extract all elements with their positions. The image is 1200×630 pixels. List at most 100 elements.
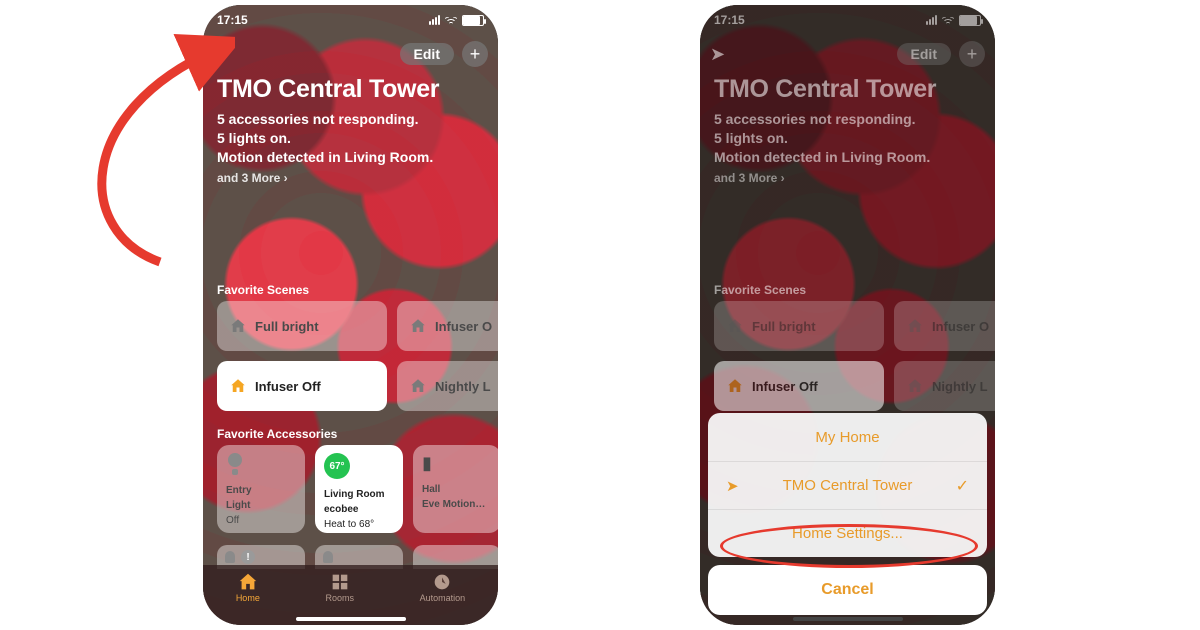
home-header: TMO Central Tower 5 accessories not resp… — [217, 75, 484, 185]
alert-icon: ! — [241, 550, 255, 564]
scene-label: Infuser Off — [752, 379, 818, 394]
status-line: Motion detected in Living Room. — [714, 148, 981, 167]
house-icon — [726, 377, 744, 395]
action-sheet: My Home ➤ TMO Central Tower ✓ Home Setti… — [708, 413, 987, 615]
sheet-item-home-settings[interactable]: Home Settings... — [708, 509, 987, 557]
home-title: TMO Central Tower — [714, 75, 981, 104]
tile-line: Living Room — [324, 489, 394, 500]
status-line: Motion detected in Living Room. — [217, 148, 484, 167]
status-line: 5 lights on. — [714, 129, 981, 148]
location-icon: ➤ — [726, 477, 739, 495]
status-line: 5 accessories not responding. — [217, 110, 484, 129]
bulb-icon — [225, 551, 235, 563]
scene-label: Nightly L — [932, 379, 988, 394]
screenshot-right: 17:15 ➤ Edit + TMO Central Tower 5 acces… — [700, 5, 995, 625]
scene-label: Infuser Off — [255, 379, 321, 394]
tab-home[interactable]: Home — [236, 571, 260, 603]
accessory-tile[interactable]: ▮ Hall Eve Motion… — [413, 445, 498, 533]
screenshot-left: 17:15 ➤ Edit + TMO Central Tower 5 acces… — [203, 5, 498, 625]
scene-tile[interactable]: Nightly L — [894, 361, 995, 411]
sheet-cancel-button[interactable]: Cancel — [708, 565, 987, 615]
status-more[interactable]: and 3 More › — [714, 171, 981, 185]
tile-line: Entry — [226, 485, 296, 496]
scene-label: Nightly L — [435, 379, 491, 394]
home-icon — [237, 571, 259, 591]
scene-tile[interactable]: Infuser O — [894, 301, 995, 351]
wifi-icon — [444, 15, 458, 25]
location-icon[interactable]: ➤ — [213, 44, 228, 65]
scene-tile[interactable]: Nightly L — [397, 361, 498, 411]
house-icon — [906, 377, 924, 395]
rooms-icon — [329, 571, 351, 591]
sensor-icon: ▮ — [422, 453, 492, 474]
sheet-item-label: Home Settings... — [792, 525, 903, 542]
add-button[interactable]: + — [462, 41, 488, 67]
sheet-item-current-home[interactable]: ➤ TMO Central Tower ✓ — [708, 461, 987, 509]
add-button[interactable]: + — [959, 41, 985, 67]
bulb-icon — [323, 551, 333, 563]
house-icon — [229, 377, 247, 395]
status-line: 5 lights on. — [217, 129, 484, 148]
tile-line: Eve Motion… — [422, 499, 492, 510]
scene-tile[interactable]: Full bright — [714, 301, 884, 351]
tile-line: Off — [226, 515, 296, 526]
sheet-cancel-label: Cancel — [821, 581, 873, 599]
house-icon — [409, 377, 427, 395]
tile-line: ecobee — [324, 504, 394, 515]
home-header: TMO Central Tower 5 accessories not resp… — [714, 75, 981, 185]
scene-tile[interactable]: Infuser O — [397, 301, 498, 351]
battery-icon — [462, 15, 484, 26]
sheet-item-label: TMO Central Tower — [783, 477, 913, 494]
tab-rooms[interactable]: Rooms — [325, 571, 354, 603]
house-icon — [409, 317, 427, 335]
status-time: 17:15 — [714, 13, 745, 27]
nav-bar: ➤ Edit + — [700, 39, 995, 69]
tab-label: Rooms — [325, 593, 354, 603]
scene-label: Full bright — [255, 319, 319, 334]
section-scenes-label: Favorite Scenes — [217, 283, 309, 297]
sheet-item-label: My Home — [815, 429, 879, 446]
status-more[interactable]: and 3 More › — [217, 171, 484, 185]
tile-line: Light — [226, 500, 296, 511]
automation-icon — [431, 571, 453, 591]
scene-label: Infuser O — [932, 319, 989, 334]
scene-label: Infuser O — [435, 319, 492, 334]
accessory-tile[interactable]: Entry Light Off — [217, 445, 305, 533]
battery-icon — [959, 15, 981, 26]
scene-tile[interactable]: Full bright — [217, 301, 387, 351]
status-bar: 17:15 — [700, 5, 995, 31]
tab-automation[interactable]: Automation — [420, 571, 466, 603]
section-accessories-label: Favorite Accessories — [217, 427, 337, 441]
tile-line: Heat to 68° — [324, 519, 394, 530]
scenes-grid: Full bright Infuser O Infuser Off Nightl… — [714, 301, 995, 411]
thermostat-icon: 67° — [324, 453, 394, 479]
edit-button[interactable]: Edit — [400, 43, 454, 65]
house-icon — [229, 317, 247, 335]
action-sheet-group: My Home ➤ TMO Central Tower ✓ Home Setti… — [708, 413, 987, 557]
status-line: 5 accessories not responding. — [714, 110, 981, 129]
home-title: TMO Central Tower — [217, 75, 484, 104]
scene-tile[interactable]: Infuser Off — [714, 361, 884, 411]
accessories-grid: Entry Light Off 67° Living Room ecobee H… — [217, 445, 498, 533]
cellular-signal-icon — [429, 15, 440, 25]
location-icon[interactable]: ➤ — [710, 44, 725, 65]
cellular-signal-icon — [926, 15, 937, 25]
tile-line: Hall — [422, 484, 492, 495]
scene-tile[interactable]: Infuser Off — [217, 361, 387, 411]
nav-bar: ➤ Edit + — [203, 39, 498, 69]
edit-button[interactable]: Edit — [897, 43, 951, 65]
accessory-tile[interactable]: 67° Living Room ecobee Heat to 68° — [315, 445, 403, 533]
section-scenes-label: Favorite Scenes — [714, 283, 806, 297]
home-indicator — [793, 617, 903, 621]
scene-label: Full bright — [752, 319, 816, 334]
home-indicator — [296, 617, 406, 621]
scenes-grid: Full bright Infuser O Infuser Off Nightl… — [217, 301, 498, 411]
house-icon — [906, 317, 924, 335]
status-time: 17:15 — [217, 13, 248, 27]
bulb-icon — [226, 453, 296, 475]
tab-label: Automation — [420, 593, 466, 603]
sheet-item-my-home[interactable]: My Home — [708, 413, 987, 461]
house-icon — [726, 317, 744, 335]
checkmark-icon: ✓ — [956, 476, 969, 496]
status-bar: 17:15 — [203, 5, 498, 31]
